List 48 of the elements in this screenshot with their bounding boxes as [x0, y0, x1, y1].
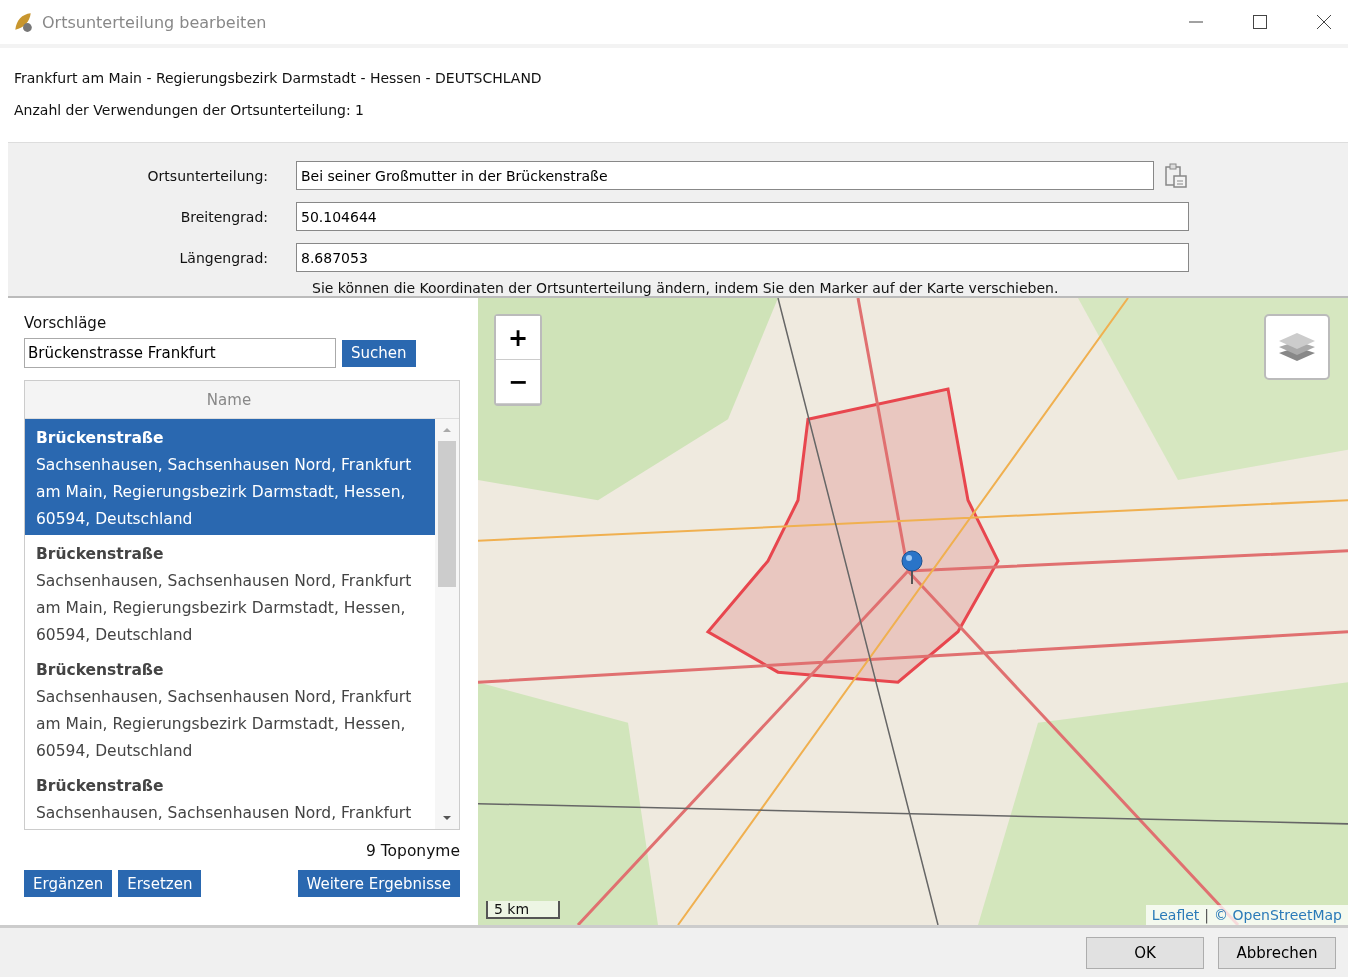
result-item[interactable]: Brückenstraße Sachsenhausen, Sachsenhausen Nord, Frankfurt am Main, Regierungsbezirk Darmstadt, Hessen, 60594, Deutschland: [25, 419, 435, 535]
scale-bar: 5 km: [486, 901, 560, 919]
text-field[interactable]: Bei seiner Großmutter in der Brückenstraße: [296, 161, 1154, 190]
dialog-button[interactable]: Abbrechen: [1218, 936, 1336, 969]
field-label: Ortsunterteilung:: [146, 167, 269, 184]
action-button[interactable]: Ersetzen: [118, 870, 202, 897]
search-button[interactable]: Suchen: [342, 339, 416, 367]
maximize-icon[interactable]: [1252, 14, 1268, 30]
result-name: Brückenstraße: [36, 544, 165, 565]
text-field[interactable]: 8.687053: [296, 243, 1189, 272]
zoom-in-button[interactable]: +: [496, 316, 540, 360]
field-label: Längengrad:: [178, 249, 269, 266]
search-field[interactable]: Brückenstrasse Frankfurt: [24, 338, 336, 368]
scroll-thumb[interactable]: [438, 441, 456, 587]
result-name: Brückenstraße: [36, 776, 165, 797]
result-count: 9 Toponyme: [364, 842, 460, 860]
window-title: Ortsunterteilung bearbeiten: [42, 12, 267, 32]
attribution-link[interactable]: © OpenStreetMap: [1214, 907, 1342, 923]
dialog-button[interactable]: OK: [1086, 936, 1204, 969]
text-field[interactable]: 50.104644: [296, 202, 1189, 231]
feather-app-icon: [12, 11, 34, 33]
layers-button[interactable]: [1264, 314, 1330, 380]
more-results-button[interactable]: Weitere Ergebnisse: [297, 870, 460, 897]
clipboard-icon[interactable]: [1164, 162, 1188, 189]
action-button[interactable]: Ergänzen: [24, 870, 113, 897]
attribution-separator: |: [1204, 907, 1210, 923]
field-label: Breitengrad:: [179, 208, 269, 225]
result-address: Sachsenhausen, Sachsenhausen Nord, Frankfurt: [36, 803, 413, 824]
scroll-down-icon[interactable]: [442, 813, 452, 823]
attribution-link[interactable]: Leaflet: [1151, 907, 1200, 923]
scrollbar[interactable]: [435, 419, 459, 829]
result-item[interactable]: Brückenstraße Sachsenhausen, Sachsenhausen Nord, Frankfurt am Main, Regierungsbezirk Darmstadt, Hessen, 60594, Deutschland: [25, 535, 435, 651]
suggestions-label: Vorschläge: [24, 314, 108, 332]
result-item[interactable]: Brückenstraße Sachsenhausen, Sachsenhausen Nord, Frankfurt am Main, Regierungsbezirk Darmstadt, Hessen, 60594, Deutschland: [25, 651, 435, 767]
scroll-up-icon[interactable]: [442, 425, 452, 435]
map-drawing[interactable]: [478, 298, 1348, 925]
result-address: Sachsenhausen, Sachsenhausen Nord, Frankfurt am Main, Regierungsbezirk Darmstadt, Hessen, 60594, Deutschland: [36, 687, 413, 762]
usage-count-text: Anzahl der Verwendungen der Ortsunterteilung: 1: [14, 102, 365, 118]
location-text: Frankfurt am Main - Regierungsbezirk Darmstadt - Hessen - DEUTSCHLAND: [14, 70, 543, 86]
result-name: Brückenstraße: [36, 428, 165, 449]
result-item[interactable]: Brückenstraße Sachsenhausen, Sachsenhausen Nord, Frankfurt: [25, 767, 435, 829]
result-address: Sachsenhausen, Sachsenhausen Nord, Frankfurt am Main, Regierungsbezirk Darmstadt, Hessen, 60594, Deutschland: [36, 571, 413, 646]
layers-icon: [1277, 331, 1317, 363]
map-marker-icon[interactable]: [900, 550, 924, 586]
hint-text: Sie können die Koordinaten der Ortsunterteilung ändern, indem Sie den Marker auf der Karte verschieben.: [311, 280, 1060, 296]
result-name: Brückenstraße: [36, 660, 165, 681]
result-address: Sachsenhausen, Sachsenhausen Nord, Frankfurt am Main, Regierungsbezirk Darmstadt, Hessen, 60594, Deutschland: [36, 455, 413, 530]
close-icon[interactable]: [1316, 14, 1332, 30]
